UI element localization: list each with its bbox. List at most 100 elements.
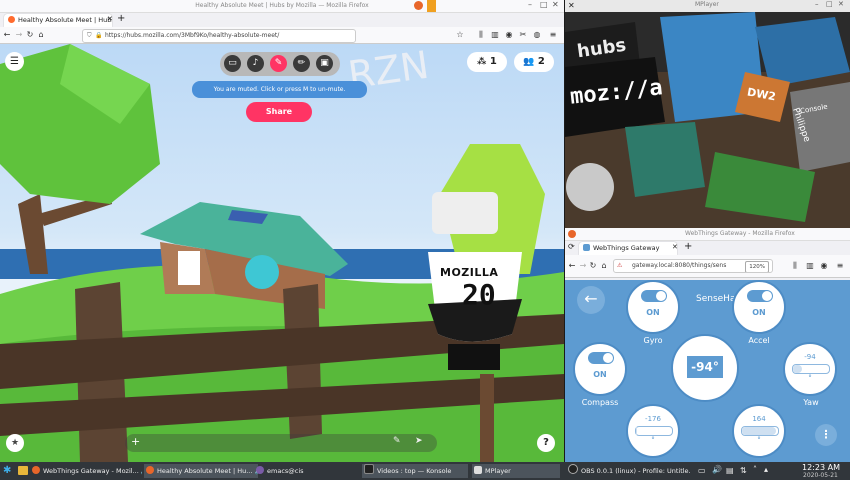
webthings-reload-icon[interactable]: ↻ [588, 261, 598, 271]
draw-button[interactable]: ✏ [293, 55, 310, 72]
webthings-sidebar-icon[interactable]: ▥ [805, 261, 815, 271]
tray-network-icon[interactable]: ⇅ [740, 466, 747, 475]
spawn-pen-icon[interactable]: ✎ [393, 436, 401, 446]
tray-volume-icon[interactable]: 🔊 [712, 465, 722, 474]
hamburger-icon: ☰ [10, 56, 19, 67]
tray-screen-icon[interactable]: ▭ [698, 466, 706, 475]
tray-notification-icon[interactable]: ▴ [764, 465, 768, 474]
task-obs[interactable]: OBS 0.0.1 (linux) - Profile: Untitle... [568, 464, 690, 478]
tab-label: Healthy Absolute Meet | Hubs by Mozilla [18, 16, 112, 24]
pen-tool-button[interactable]: ✎ [270, 55, 287, 72]
bottom-right-thing[interactable]: 164 ° [732, 404, 786, 458]
sticker-circle [566, 163, 614, 211]
task-label: MPlayer [485, 467, 511, 475]
gyro-toggle[interactable] [641, 290, 667, 302]
new-tab-button[interactable]: + [117, 13, 125, 24]
camera-toggle-button[interactable]: ▭ [224, 55, 241, 72]
microphone-button[interactable]: ♪ [247, 55, 264, 72]
send-icon[interactable]: ➤ [415, 436, 423, 446]
back-arrow-icon[interactable]: ← [2, 30, 12, 40]
plus-icon[interactable]: + [131, 435, 140, 448]
webthings-home-icon[interactable]: ⌂ [599, 261, 609, 271]
task-konsole[interactable]: Videos : top — Konsole [362, 464, 468, 478]
mplayer-close-button[interactable]: ✕ [838, 0, 844, 8]
objects-icon: ⁂ [477, 57, 487, 67]
tab-hubs[interactable]: Healthy Absolute Meet | Hubs by Mozilla [4, 14, 112, 27]
back-button[interactable]: ← [577, 286, 605, 314]
presence-pill[interactable]: ⁂ 1 [467, 52, 507, 72]
share-button[interactable]: Share [246, 102, 312, 122]
webthings-reload-tab-icon[interactable]: ⟳ [568, 242, 575, 251]
back-arrow-icon: ← [584, 289, 598, 308]
webthings-menu-icon[interactable]: ≡ [835, 261, 845, 271]
webthings-account-icon[interactable]: ◉ [819, 261, 829, 271]
webthings-tab-close-icon[interactable]: ✕ [672, 243, 678, 251]
compass-thing[interactable]: ON [573, 342, 627, 396]
bookmark-star-icon[interactable]: ☆ [455, 30, 465, 40]
kde-launcher-icon[interactable]: ✱ [3, 465, 11, 476]
gyro-state: ON [646, 308, 660, 317]
sidebar-icon[interactable]: ▥ [490, 30, 500, 40]
help-button[interactable]: ? [537, 434, 555, 452]
accel-thing[interactable]: ON [732, 280, 786, 334]
reload-icon[interactable]: ↻ [25, 30, 35, 40]
hubs-scene[interactable]: MOZILLA 20 RZN ▭ ♪ ✎ ✏ ▣ You are muted. … [0, 44, 564, 462]
task-mplayer[interactable]: MPlayer [472, 464, 560, 478]
maximize-button[interactable]: □ [540, 0, 548, 9]
webthings-new-tab-button[interactable]: + [684, 241, 692, 252]
tray-expand-icon[interactable]: ˄ [753, 465, 757, 474]
center-heading-thing[interactable]: -94° [671, 334, 739, 402]
bottom-left-thing[interactable]: -176 ° [626, 404, 680, 458]
yaw-level-fill [793, 365, 802, 373]
lock-icon: 🔒 [95, 32, 103, 39]
bottom-left-value: -176 [645, 415, 661, 423]
task-emacs[interactable]: emacs@cis [256, 464, 356, 478]
center-value: -94° [691, 360, 719, 374]
home-icon[interactable]: ⌂ [36, 30, 46, 40]
accel-toggle[interactable] [747, 290, 773, 302]
app-menu-icon[interactable]: ≡ [548, 30, 558, 40]
webthings-back-icon[interactable]: ← [567, 261, 577, 271]
tab-webthings[interactable]: WebThings Gateway [579, 242, 677, 255]
clock-time[interactable]: 12:23 AM [802, 463, 840, 472]
webthings-library-icon[interactable]: ⫼ [790, 261, 800, 271]
mplayer-minimize-button[interactable]: – [815, 0, 819, 8]
more-vertical-icon: ⋮ [820, 428, 832, 441]
library-icon[interactable]: ⫼ [476, 30, 486, 40]
task-hubs[interactable]: Healthy Absolute Meet | Hu... 🔈 [144, 464, 258, 478]
media-button[interactable]: ▣ [316, 55, 333, 72]
webthings-forward-icon[interactable]: → [578, 261, 588, 271]
obs-indicator-icon [427, 0, 436, 12]
forward-arrow-icon[interactable]: → [14, 30, 24, 40]
webthings-tab-strip: ⟳ WebThings Gateway ✕ + [565, 241, 850, 255]
chat-input[interactable]: + ✎ ➤ [125, 434, 437, 452]
gyro-thing[interactable]: ON [626, 280, 680, 334]
overflow-menu-button[interactable]: ⋮ [815, 424, 837, 446]
favorite-button[interactable]: ★ [6, 434, 24, 452]
menu-button[interactable]: ☰ [5, 52, 24, 71]
yaw-thing[interactable]: -94 ° [783, 342, 837, 396]
taskbar-folder-icon[interactable] [18, 466, 28, 475]
task-label: emacs@cis [267, 467, 304, 475]
people-pill[interactable]: 👥 2 [514, 52, 554, 72]
url-bar[interactable]: ⛉ 🔒 https://hubs.mozilla.com/3Mbf9Ko/hea… [82, 29, 356, 43]
mplayer-maximize-button[interactable]: □ [826, 0, 833, 8]
task-webthings[interactable]: WebThings Gateway - Mozil... 🔈 [32, 464, 142, 478]
account-icon[interactable]: ◉ [504, 30, 514, 40]
compass-toggle[interactable] [588, 352, 614, 364]
webthings-app: ← SenseHat ON Gyro ON Accel ON Compass -… [565, 280, 850, 462]
zoom-badge[interactable]: 120% [745, 261, 769, 272]
tray-clipboard-icon[interactable]: ▤ [726, 466, 734, 475]
task-terminal-icon [364, 464, 374, 474]
screenshot-icon[interactable]: ✂ [518, 30, 528, 40]
extension-icon[interactable]: ◍ [532, 30, 542, 40]
accel-state: ON [752, 308, 766, 317]
close-button[interactable]: ✕ [552, 0, 559, 9]
task-audio-icon: 🔈 [141, 467, 142, 475]
tab-close-icon[interactable]: ✕ [107, 15, 113, 23]
webthings-url-bar[interactable]: ⚠ gateway.local:8080/things/sens 120% [613, 259, 773, 273]
bottom-right-value: 164 [752, 415, 766, 423]
avatar-head [432, 192, 498, 234]
minimize-button[interactable]: – [528, 0, 532, 9]
raspberry-pi-mug [625, 122, 705, 197]
